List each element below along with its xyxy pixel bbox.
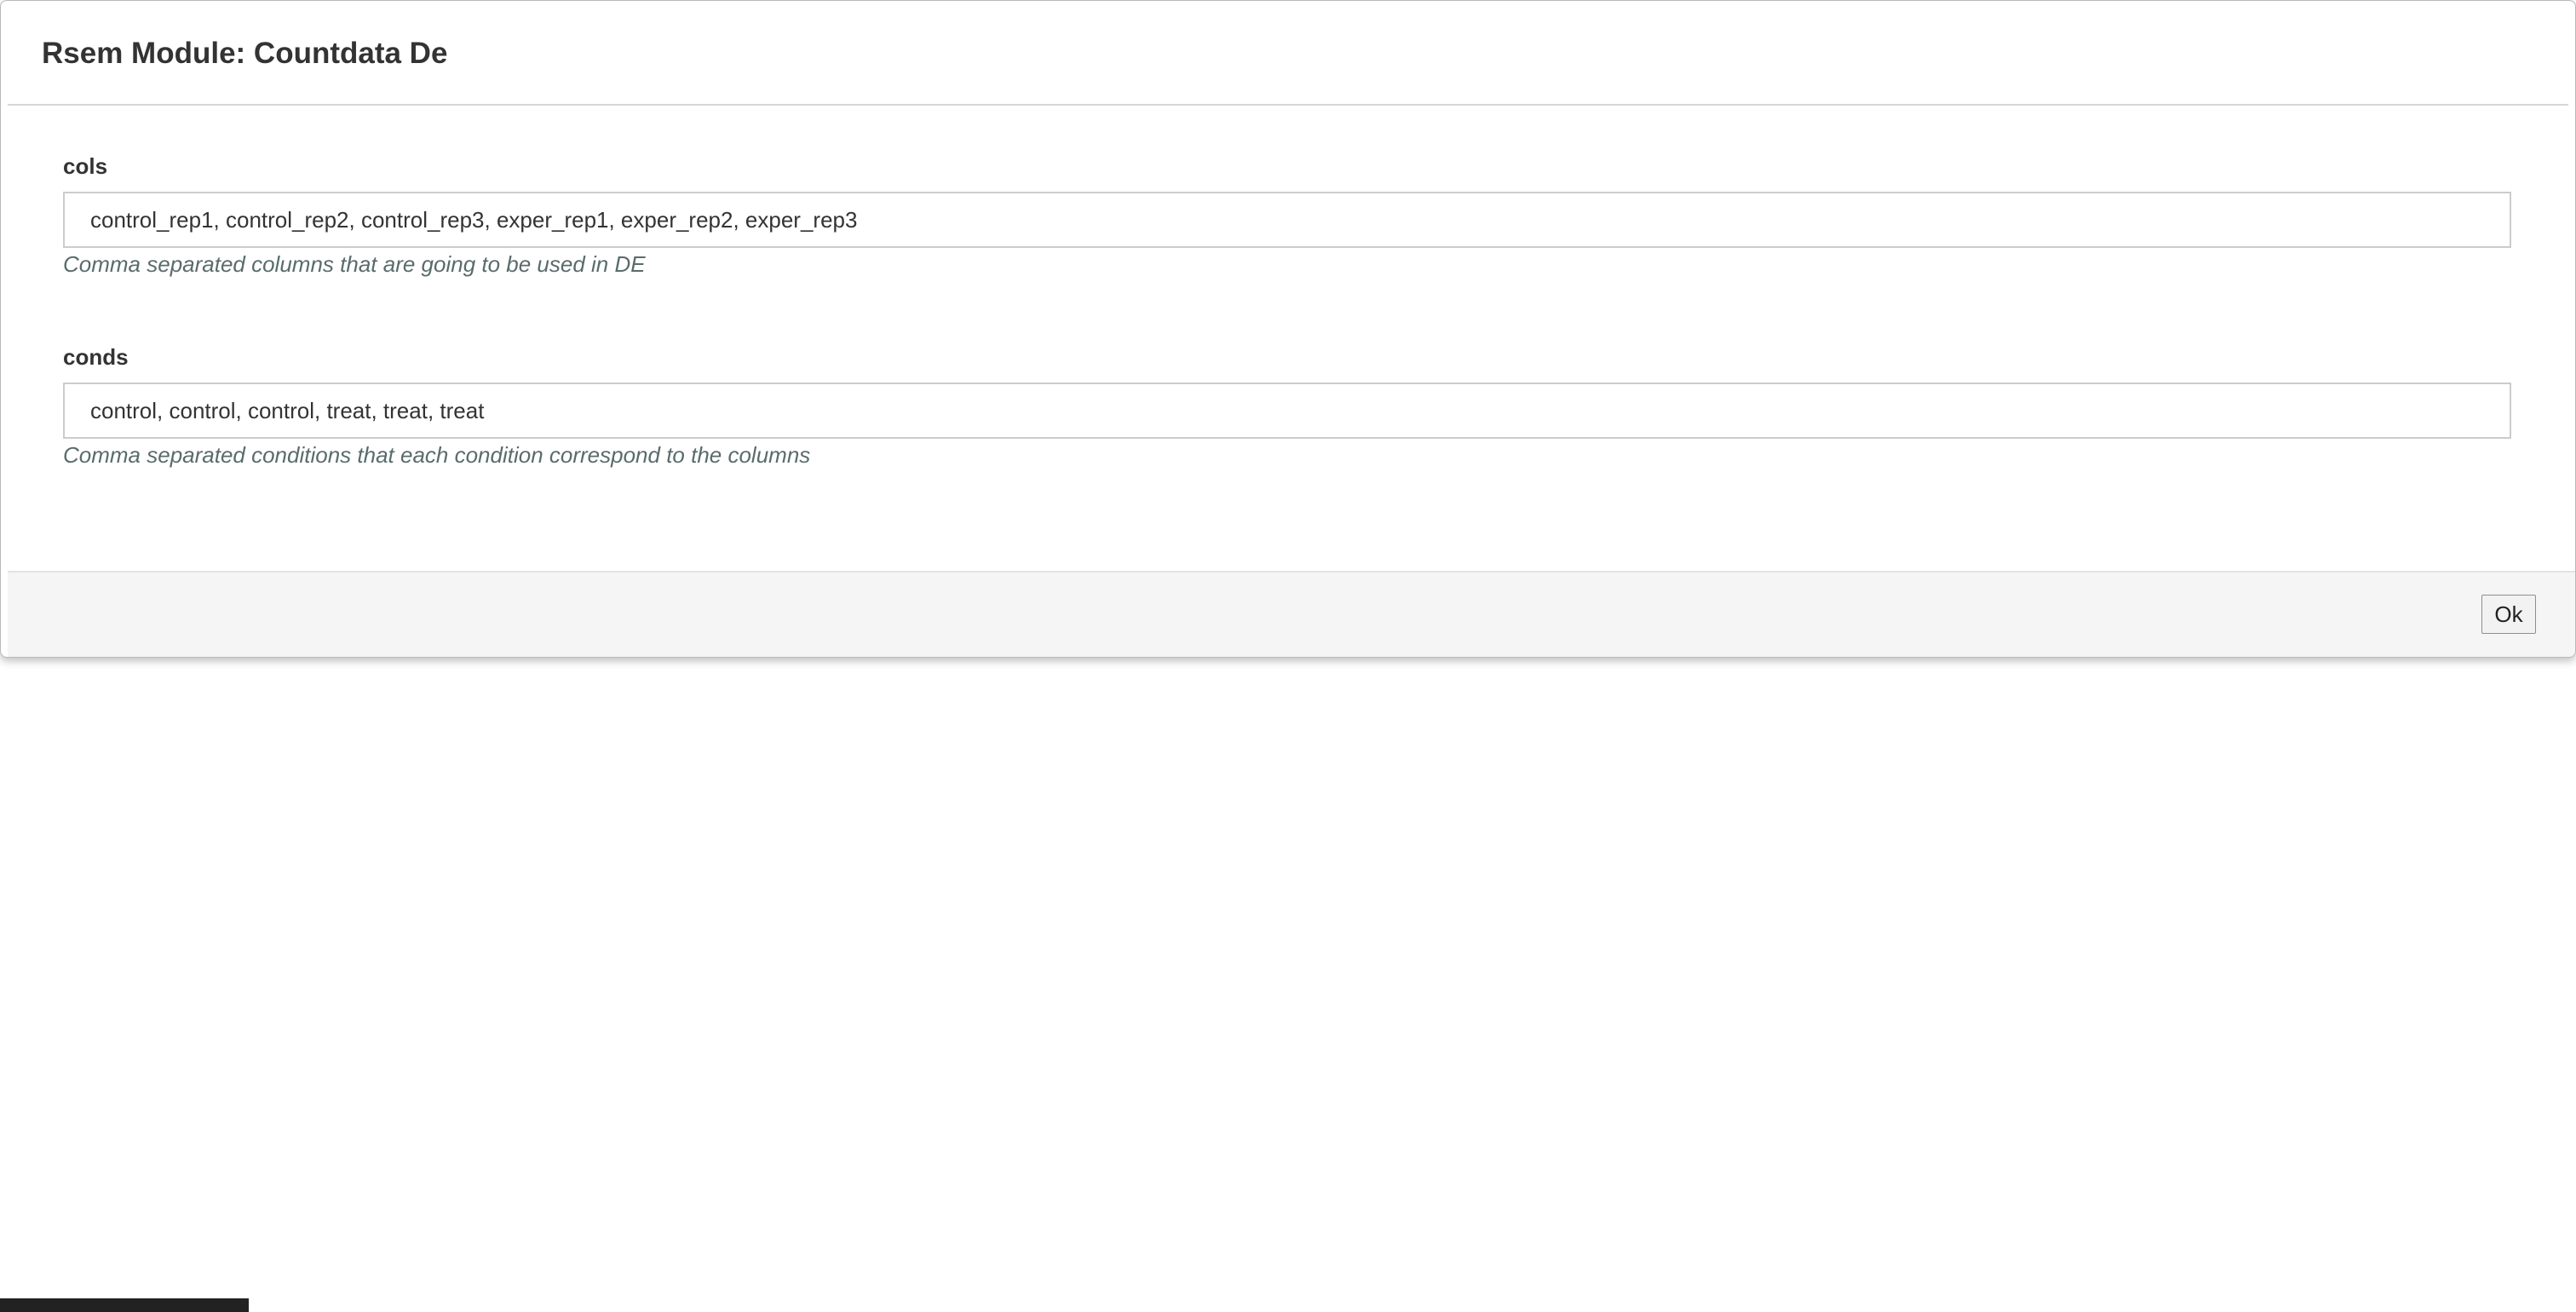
- module-dialog: Rsem Module: Countdata De cols Comma sep…: [0, 0, 2576, 658]
- cols-input[interactable]: [63, 192, 2511, 248]
- conds-help-text: Comma separated conditions that each con…: [63, 442, 811, 468]
- dialog-footer: Ok: [8, 571, 2575, 657]
- conds-input[interactable]: [63, 383, 2511, 439]
- dialog-title: Rsem Module: Countdata De: [42, 37, 448, 70]
- background-sidebar: [0, 1298, 249, 1312]
- dialog-header: Rsem Module: Countdata De: [8, 1, 2568, 106]
- cols-label: cols: [63, 153, 108, 179]
- ok-button[interactable]: Ok: [2481, 595, 2536, 634]
- cols-help-text: Comma separated columns that are going t…: [63, 251, 646, 277]
- conds-label: conds: [63, 344, 129, 370]
